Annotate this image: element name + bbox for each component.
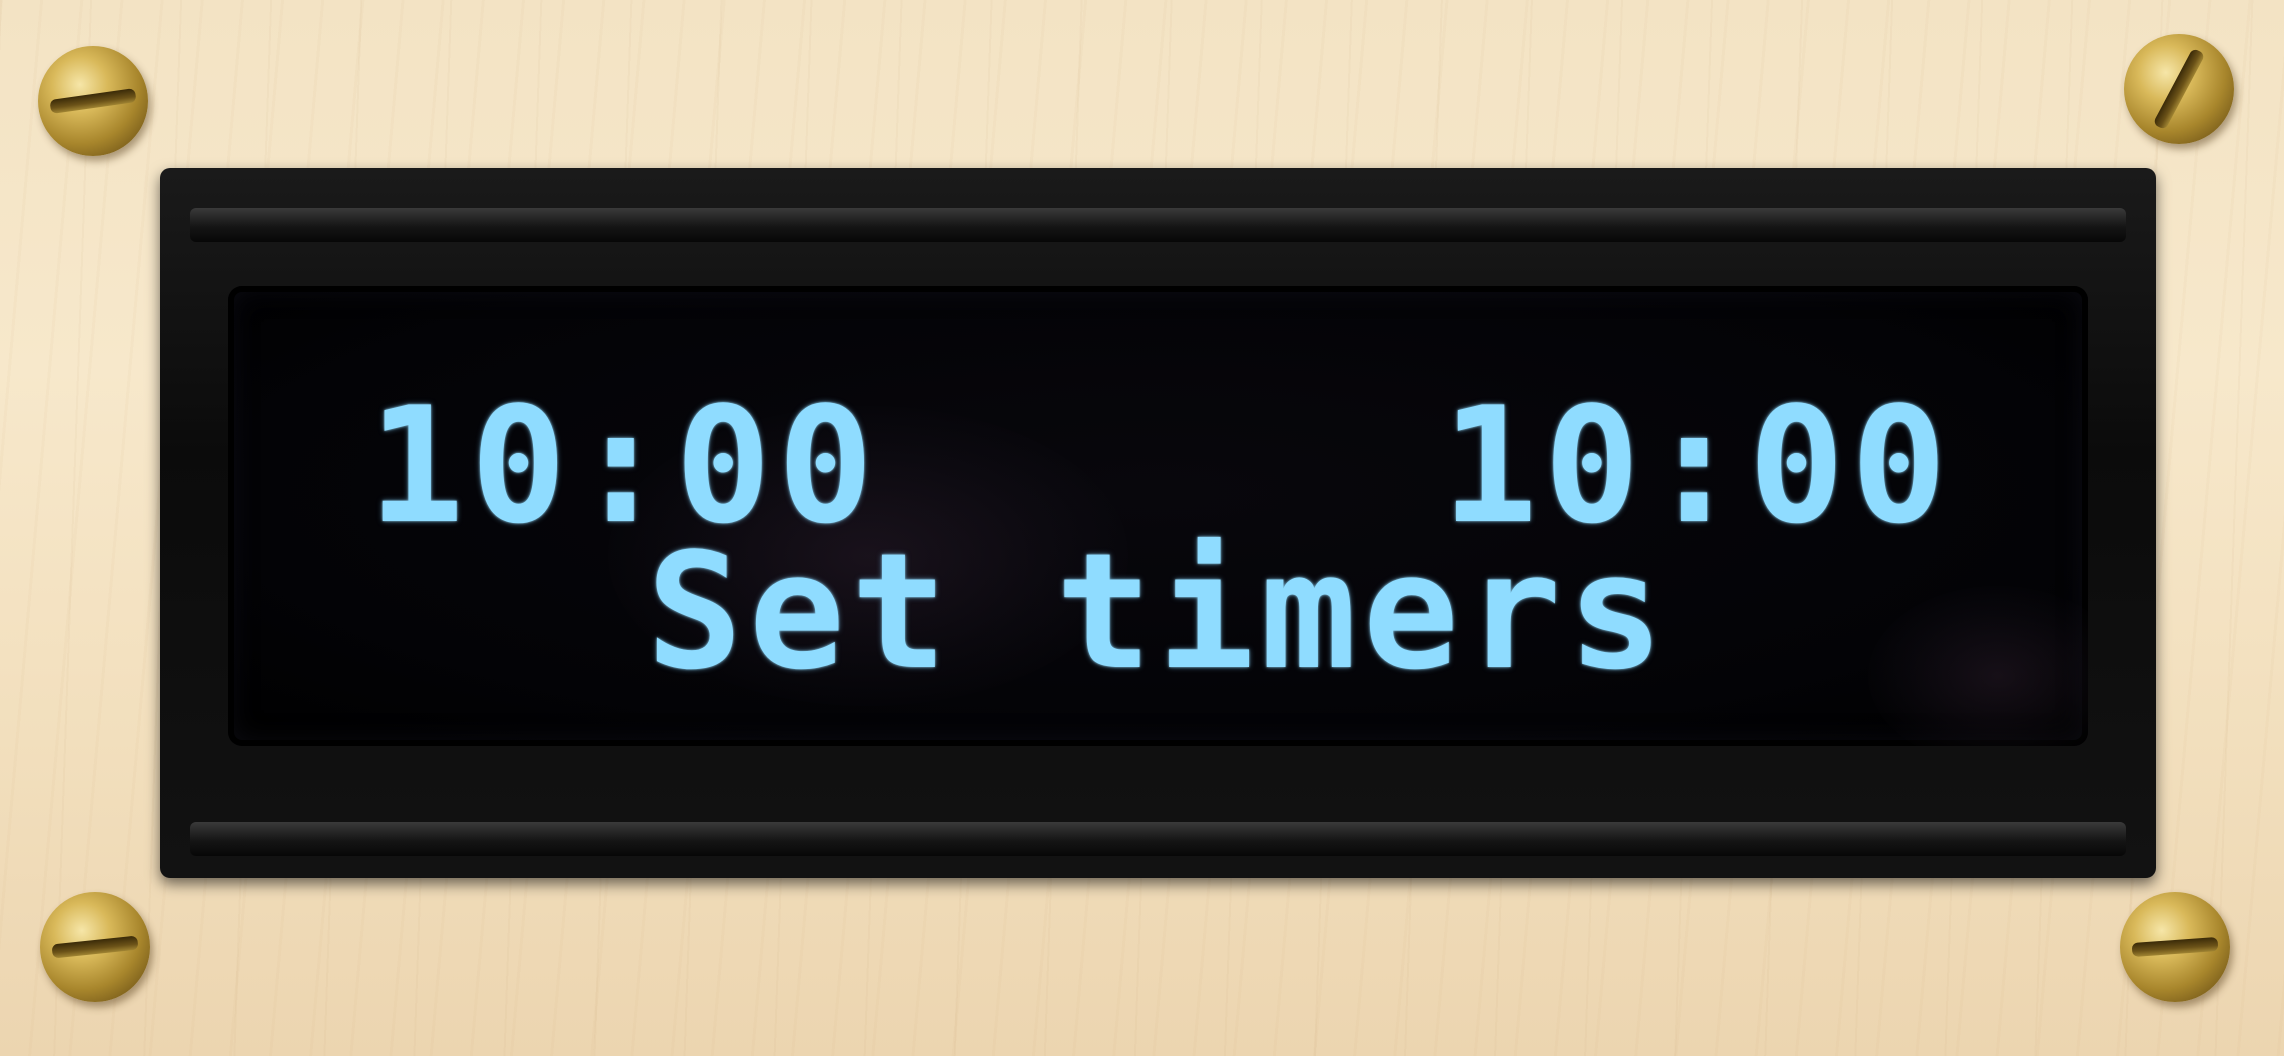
- bezel-top-rail: [190, 208, 2126, 242]
- display-bezel: 10:00 10:00 Set timers: [160, 168, 2156, 878]
- bezel-bottom-rail: [190, 822, 2126, 856]
- screw-bottom-left-icon: [40, 892, 150, 1002]
- screw-top-right-icon: [2124, 34, 2234, 144]
- screw-top-left-icon: [38, 46, 148, 156]
- screw-bottom-right-icon: [2120, 892, 2230, 1002]
- status-message: Set timers: [646, 518, 1670, 705]
- oled-screen: 10:00 10:00 Set timers: [228, 286, 2088, 746]
